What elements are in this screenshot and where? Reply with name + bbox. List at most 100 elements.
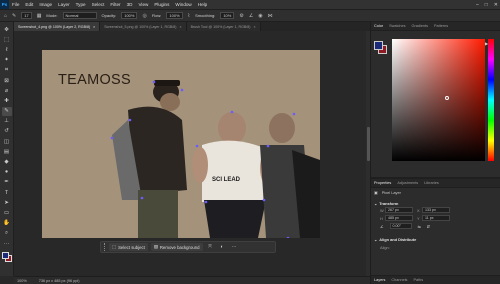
brush-settings-icon[interactable]: ▦ — [37, 13, 42, 19]
angle-icon: ∠ — [380, 223, 384, 229]
tab-layers[interactable]: Layers — [374, 278, 385, 282]
tab-screenshot-5[interactable]: Screenshot_5.png @ 100% (Layer 1, RGB/8)… — [100, 22, 187, 31]
brush-size-picker[interactable]: 17 — [21, 12, 32, 19]
marquee-tool-icon[interactable]: ⬚ — [2, 35, 12, 44]
tab-libraries[interactable]: Libraries — [424, 181, 439, 185]
tab-brush-tool[interactable]: Brush Tool @ 100% (Layer 1, RGB/8) × — [186, 22, 261, 31]
y-input[interactable]: 11 px — [422, 215, 450, 221]
panel-foreground-swatch[interactable] — [374, 41, 383, 50]
hue-slider-arrow-icon[interactable]: ▶ — [485, 41, 488, 46]
height-input[interactable]: 485 px — [385, 215, 413, 221]
close-button[interactable]: ✕ — [494, 2, 498, 8]
menu-view[interactable]: View — [135, 2, 151, 7]
menu-layer[interactable]: Layer — [55, 2, 73, 7]
tab-properties[interactable]: Properties — [374, 181, 391, 185]
airbrush-icon[interactable]: ⌇ — [188, 13, 190, 19]
type-tool-icon[interactable]: T — [2, 188, 12, 197]
color-picker-cursor[interactable] — [445, 96, 449, 100]
pressure-size-icon[interactable]: ◉ — [258, 13, 262, 19]
mode-select[interactable]: Normal — [62, 12, 97, 19]
align-section-header[interactable]: ⌄ Align and Distribute — [374, 235, 497, 243]
tab-color[interactable]: Color — [374, 24, 383, 28]
symmetry-icon[interactable]: ⋈ — [268, 13, 273, 19]
layer-type-label: Pixel Layer — [381, 190, 401, 195]
flow-input[interactable]: 100% — [166, 12, 183, 19]
tab-channels[interactable]: Channels — [391, 278, 407, 282]
angle-input[interactable]: 0.00° — [389, 223, 412, 229]
canvas-title-text: TEAMOSS — [58, 72, 131, 88]
healing-brush-tool-icon[interactable]: ✚ — [2, 96, 12, 105]
remove-background-button[interactable]: ▨ Remove background — [150, 243, 203, 251]
minimize-button[interactable]: – — [476, 2, 479, 8]
menu-filter[interactable]: Filter — [107, 2, 123, 7]
maximize-button[interactable]: □ — [485, 2, 488, 8]
more-tools-icon[interactable]: ··· — [2, 239, 12, 248]
clone-stamp-tool-icon[interactable]: ⊥ — [2, 117, 12, 126]
hand-tool-icon[interactable]: ✋ — [2, 219, 12, 228]
image-canvas[interactable]: SCI LEAD TEAMOSS — [42, 50, 320, 238]
width-input[interactable]: 267 px — [385, 207, 413, 213]
eyedropper-tool-icon[interactable]: ⌀ — [2, 86, 12, 95]
transform-section-header[interactable]: ⌄ Transform — [374, 199, 497, 207]
zoom-level[interactable]: 100% — [17, 279, 27, 283]
tab-patterns[interactable]: Patterns — [434, 24, 448, 28]
hue-slider[interactable] — [488, 39, 494, 161]
close-icon[interactable]: × — [93, 25, 95, 29]
more-options-icon[interactable]: ··· — [230, 244, 239, 250]
color-picker-field[interactable] — [392, 39, 485, 161]
smoothing-settings-icon[interactable]: ⚙ — [239, 13, 243, 19]
frame-tool-icon[interactable]: ⊠ — [2, 76, 12, 85]
home-icon[interactable]: ⌂ — [4, 13, 7, 19]
menu-help[interactable]: Help — [195, 2, 210, 7]
pressure-opacity-icon[interactable]: ◎ — [142, 13, 146, 19]
lasso-tool-icon[interactable]: ℓ — [2, 45, 12, 54]
select-subject-icon: ⬚ — [112, 244, 117, 249]
brush-tool-icon[interactable]: ✎ — [1, 106, 12, 116]
path-selection-tool-icon[interactable]: ➤ — [2, 198, 12, 207]
menu-select[interactable]: Select — [89, 2, 108, 7]
x-input[interactable]: 133 px — [422, 207, 450, 213]
smoothing-input[interactable]: 10% — [220, 12, 235, 19]
angle-icon[interactable]: ∠ — [249, 13, 253, 19]
brush-preset-icon[interactable]: ✎ — [12, 13, 16, 19]
quick-select-tool-icon[interactable]: ✦ — [2, 56, 12, 65]
dodge-tool-icon[interactable]: ● — [2, 168, 12, 177]
width-label: W — [380, 207, 384, 213]
menu-plugins[interactable]: Plugins — [151, 2, 172, 7]
pen-tool-icon[interactable]: ✒ — [2, 178, 12, 187]
opacity-input[interactable]: 100% — [121, 12, 138, 19]
close-icon[interactable]: × — [253, 25, 255, 29]
menu-3d[interactable]: 3D — [124, 2, 136, 7]
blur-tool-icon[interactable]: ◆ — [2, 157, 12, 166]
gradient-tool-icon[interactable]: ▤ — [2, 147, 12, 156]
menu-file[interactable]: File — [9, 2, 22, 7]
menu-edit[interactable]: Edit — [22, 2, 36, 7]
tab-adjustments[interactable]: Adjustments — [397, 181, 418, 185]
flip-vertical-icon[interactable]: ⇵ — [427, 224, 430, 229]
width-field-group: W 267 px — [380, 207, 413, 213]
properties-panel: ▣ Pixel Layer ⌄ Transform W 267 px X 133… — [371, 188, 500, 252]
flip-horizontal-icon[interactable]: ⇋ — [418, 224, 421, 229]
document-info[interactable]: 736 px x 485 px (96 ppi) — [39, 279, 80, 283]
drag-handle[interactable] — [104, 243, 106, 251]
menu-type[interactable]: Type — [73, 2, 89, 7]
transform-icon[interactable]: ⤧ — [206, 244, 215, 250]
move-tool-icon[interactable]: ✥ — [2, 25, 12, 34]
history-brush-tool-icon[interactable]: ↺ — [2, 127, 12, 136]
foreground-color-swatch[interactable] — [1, 252, 9, 260]
tab-screenshot-4[interactable]: Screenshot_4.png @ 100% (Layer 2, RGB/8)… — [14, 22, 101, 31]
rectangle-tool-icon[interactable]: ▭ — [2, 208, 12, 217]
select-subject-button[interactable]: ⬚ Select subject — [109, 243, 148, 251]
zoom-tool-icon[interactable]: ⌕ — [2, 229, 12, 238]
close-icon[interactable]: × — [179, 25, 181, 29]
crop-tool-icon[interactable]: ⌗ — [2, 66, 12, 75]
tab-swatches[interactable]: Swatches — [389, 24, 405, 28]
tab-paths[interactable]: Paths — [413, 278, 423, 282]
color-swatches[interactable] — [1, 251, 13, 263]
menu-image[interactable]: Image — [36, 2, 55, 7]
eraser-tool-icon[interactable]: ◫ — [2, 137, 12, 146]
adjustment-icon[interactable]: ◐ — [218, 244, 227, 250]
menu-window[interactable]: Window — [172, 2, 194, 7]
person-right — [260, 113, 320, 238]
tab-gradients[interactable]: Gradients — [412, 24, 428, 28]
